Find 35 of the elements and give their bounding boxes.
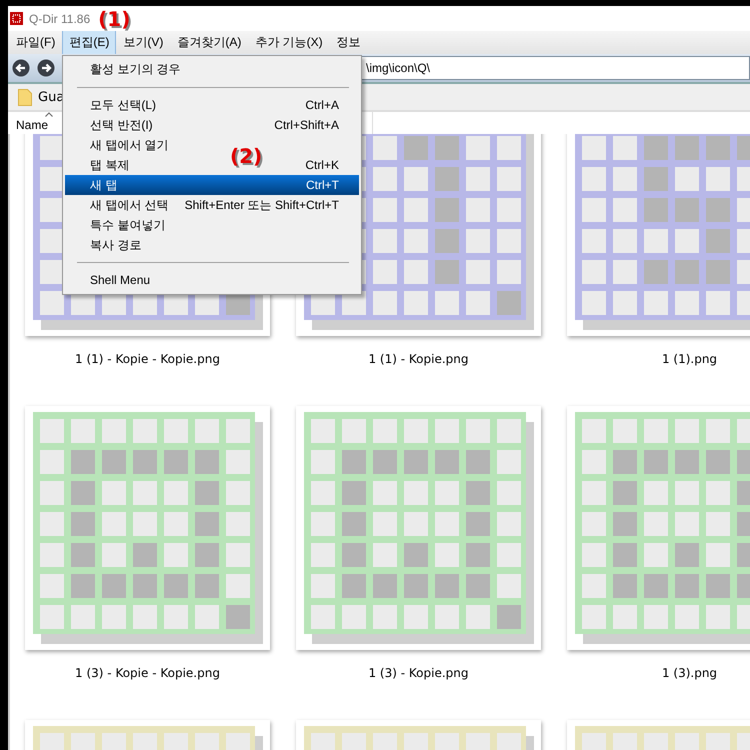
file-name[interactable]: 1 (1) - Kopie - Kopie.png bbox=[75, 352, 220, 366]
shortcut-text: Ctrl+T bbox=[306, 178, 339, 192]
back-button[interactable] bbox=[12, 59, 30, 77]
menu-item[interactable]: 모두 선택(L) bbox=[90, 96, 156, 114]
window-title: Q-Dir 11.86 bbox=[29, 12, 90, 26]
folder-icon bbox=[18, 88, 32, 106]
shortcut-text: Ctrl+K bbox=[305, 158, 339, 172]
menu-item[interactable]: 새 탭에서 선택 bbox=[90, 196, 169, 214]
menu-bar-item[interactable]: 편집(E) bbox=[62, 30, 116, 55]
column-label: Name bbox=[16, 118, 48, 132]
menu-item[interactable]: 탭 복제 bbox=[90, 156, 130, 174]
file-name[interactable]: 1 (3) - Kopie - Kopie.png bbox=[75, 666, 220, 680]
menu-item[interactable]: 복사 경로 bbox=[90, 236, 142, 254]
menu-bar-item[interactable]: 파일(F) bbox=[9, 30, 62, 55]
file-name[interactable]: 1 (3) - Kopie.png bbox=[368, 666, 468, 680]
file-name[interactable]: 1 (1) - Kopie.png bbox=[368, 352, 468, 366]
file-name[interactable]: 1 (1).png bbox=[662, 352, 718, 366]
forward-button[interactable] bbox=[37, 59, 55, 77]
menu-item[interactable]: Shell Menu bbox=[90, 273, 150, 287]
menu-item[interactable]: 새 탭에서 열기 bbox=[90, 136, 169, 154]
shortcut-text: Ctrl+A bbox=[305, 98, 339, 112]
menu-bar-item[interactable]: 추가 기능(X) bbox=[248, 30, 330, 55]
menu-item[interactable]: 특수 붙여넣기 bbox=[90, 216, 166, 234]
menu-item-label: 새 탭 bbox=[90, 176, 118, 194]
file-name[interactable]: 1 (3).png bbox=[662, 666, 718, 680]
annotation-number: (2) bbox=[230, 146, 262, 166]
menu-bar-item[interactable]: 즐겨찾기(A) bbox=[170, 30, 248, 55]
menu-item[interactable]: 선택 반전(I) bbox=[90, 116, 153, 134]
shortcut-text: Shift+Enter 또는 Shift+Ctrl+T bbox=[184, 196, 339, 214]
shortcut-text: Ctrl+Shift+A bbox=[274, 118, 339, 132]
menu-bar-item[interactable]: 정보 bbox=[330, 30, 368, 55]
menu-bar-item[interactable]: 보기(V) bbox=[116, 30, 170, 55]
menu-item[interactable]: 새 탭 Ctrl+T bbox=[65, 175, 359, 195]
menu-heading: 활성 보기의 경우 bbox=[89, 60, 182, 78]
annotation-number: (1) bbox=[98, 8, 130, 28]
